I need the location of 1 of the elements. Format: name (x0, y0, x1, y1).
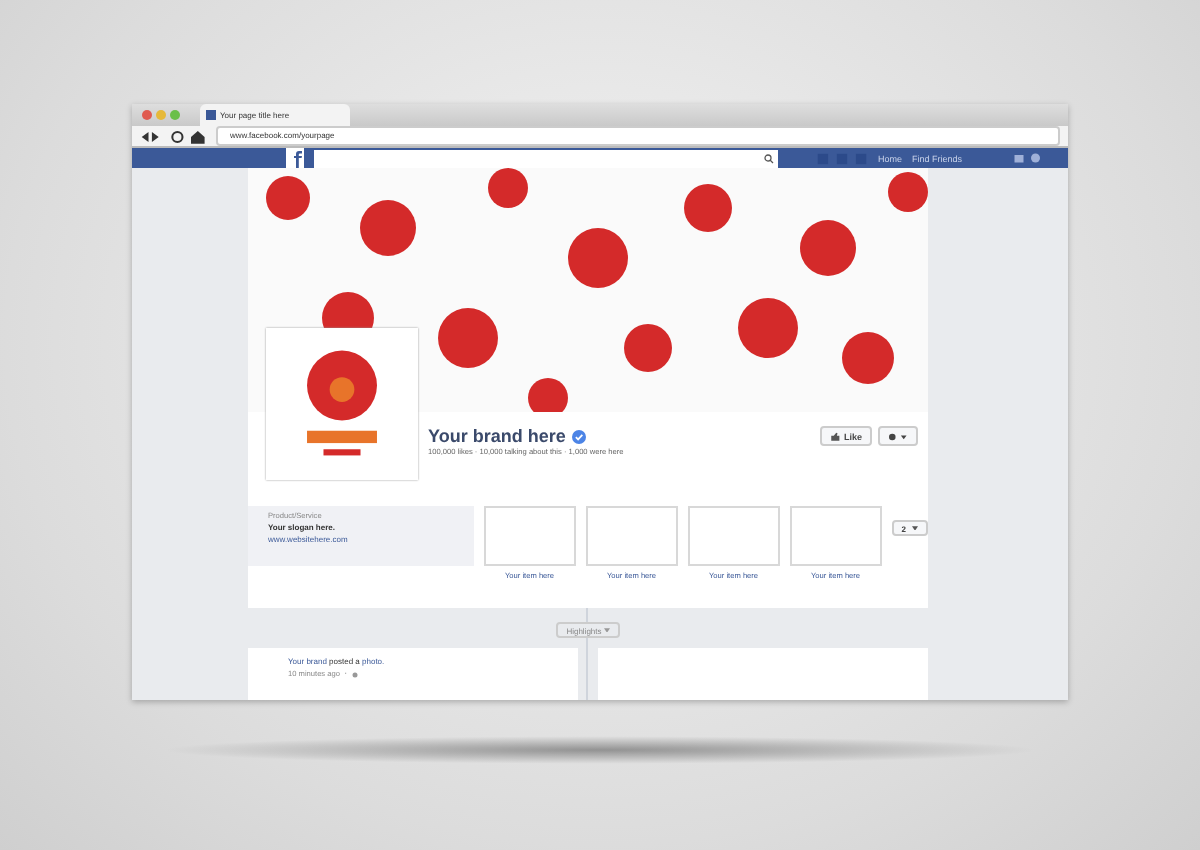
page-name: Your brand here (428, 426, 566, 446)
